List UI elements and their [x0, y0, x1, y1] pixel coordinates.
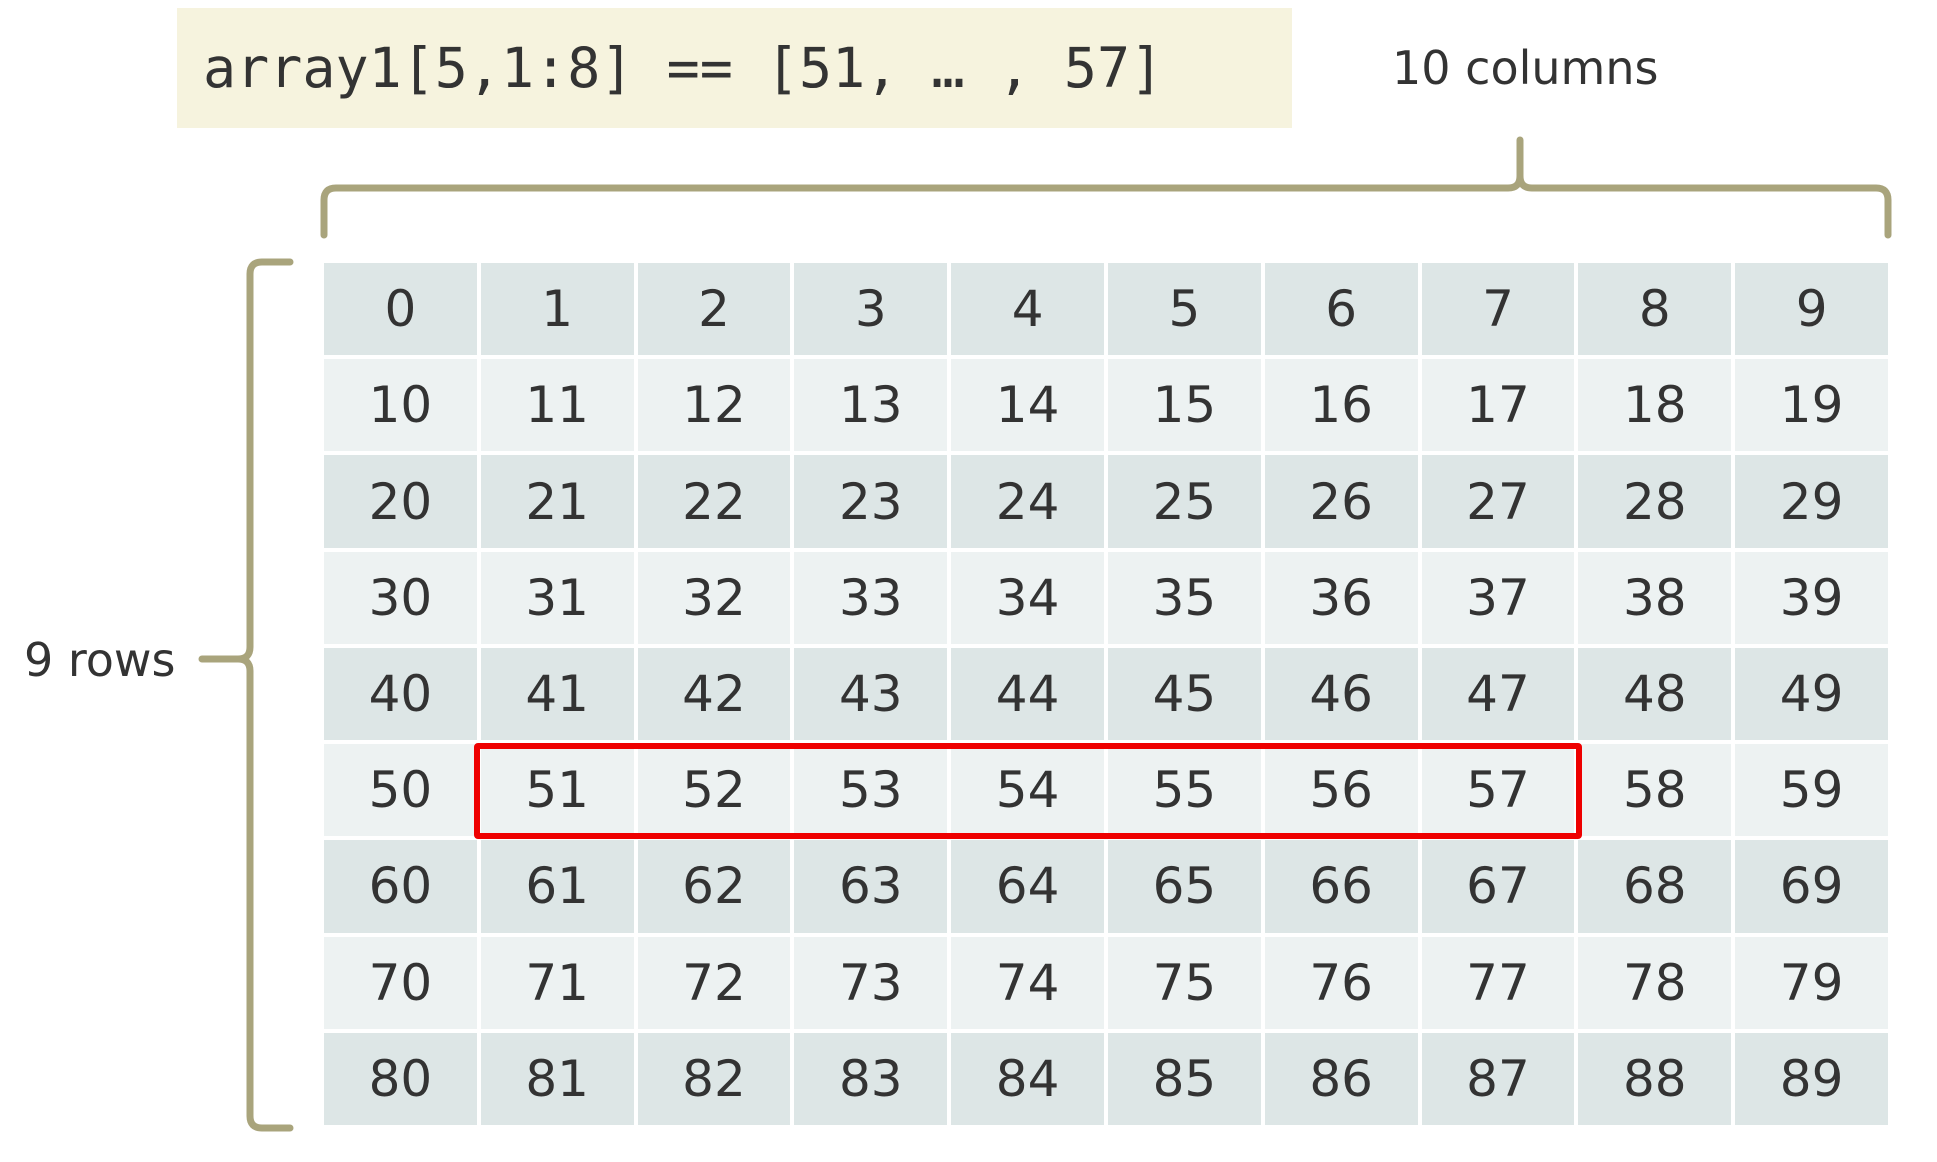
grid-cell: 31: [480, 551, 634, 644]
grid-cell: 8: [1578, 263, 1732, 356]
grid-cell: 81: [480, 1032, 634, 1125]
grid-cell: 9: [1735, 263, 1888, 356]
grid-cell: 57: [1421, 744, 1575, 837]
grid-cell: 74: [951, 936, 1104, 1029]
grid-cell: 66: [1264, 840, 1418, 933]
grid-cell: 47: [1421, 647, 1575, 741]
grid-cell: 11: [480, 359, 634, 452]
grid-cell: 18: [1578, 359, 1732, 452]
grid-cell: 84: [951, 1032, 1104, 1125]
grid-cell: 75: [1108, 936, 1261, 1029]
grid-cell: 14: [951, 359, 1104, 452]
grid-cell: 67: [1421, 840, 1575, 933]
grid-cell: 32: [637, 551, 791, 644]
grid-cell: 51: [480, 744, 634, 837]
grid-cell: 83: [794, 1032, 948, 1125]
grid-cell: 58: [1578, 744, 1732, 837]
grid-cell: 30: [324, 551, 477, 644]
grid-cell: 3: [794, 263, 948, 356]
grid-cell: 82: [637, 1032, 791, 1125]
grid-cell: 5: [1108, 263, 1261, 356]
grid-cell: 12: [637, 359, 791, 452]
grid-cell: 27: [1421, 455, 1575, 548]
grid-cell: 44: [951, 647, 1104, 741]
grid-cell: 86: [1264, 1032, 1418, 1125]
grid-cell: 78: [1578, 936, 1732, 1029]
grid-cell: 6: [1264, 263, 1418, 356]
grid-cell: 2: [637, 263, 791, 356]
grid-cell: 22: [637, 455, 791, 548]
grid-cell: 15: [1108, 359, 1261, 452]
grid-cell: 56: [1264, 744, 1418, 837]
grid-cell: 71: [480, 936, 634, 1029]
grid-cell: 72: [637, 936, 791, 1029]
grid-cell: 0: [324, 263, 477, 356]
grid-cell: 28: [1578, 455, 1732, 548]
grid-cell: 38: [1578, 551, 1732, 644]
array-grid: 0 1 2 3 4 5 6 7 8 9 10 11 12 13 14 15 16 17 18 19 20 21 22 23 24…: [324, 263, 1888, 1125]
grid-cell: 55: [1108, 744, 1261, 837]
grid-cell: 21: [480, 455, 634, 548]
grid-cell: 68: [1578, 840, 1732, 933]
grid-cell: 20: [324, 455, 477, 548]
grid-cell: 40: [324, 647, 477, 741]
grid-cell: 65: [1108, 840, 1261, 933]
grid-cell: 85: [1108, 1032, 1261, 1125]
grid-cell: 69: [1735, 840, 1888, 933]
grid-cell: 89: [1735, 1032, 1888, 1125]
grid-cell: 45: [1108, 647, 1261, 741]
grid-cell: 34: [951, 551, 1104, 644]
grid-cell: 62: [637, 840, 791, 933]
grid-cell: 7: [1421, 263, 1575, 356]
grid-cell: 25: [1108, 455, 1261, 548]
grid-cell: 48: [1578, 647, 1732, 741]
grid-cell: 24: [951, 455, 1104, 548]
grid-cell: 23: [794, 455, 948, 548]
rows-brace: [198, 258, 294, 1132]
grid-cell: 42: [637, 647, 791, 741]
grid-cell: 80: [324, 1032, 477, 1125]
grid-cell: 79: [1735, 936, 1888, 1029]
grid-cell: 35: [1108, 551, 1261, 644]
grid-cell: 64: [951, 840, 1104, 933]
grid-cell: 76: [1264, 936, 1418, 1029]
grid-cell: 52: [637, 744, 791, 837]
grid-cell: 13: [794, 359, 948, 452]
grid-cell: 49: [1735, 647, 1888, 741]
grid-cell: 77: [1421, 936, 1575, 1029]
grid-cell: 59: [1735, 744, 1888, 837]
grid-cell: 60: [324, 840, 477, 933]
grid-cell: 50: [324, 744, 477, 837]
grid-cell: 63: [794, 840, 948, 933]
grid-cell: 36: [1264, 551, 1418, 644]
columns-brace: [320, 136, 1892, 239]
grid-cell: 39: [1735, 551, 1888, 644]
grid-cell: 17: [1421, 359, 1575, 452]
grid-cell: 10: [324, 359, 477, 452]
grid-cell: 46: [1264, 647, 1418, 741]
grid-cell: 88: [1578, 1032, 1732, 1125]
grid-cell: 16: [1264, 359, 1418, 452]
grid-cell: 19: [1735, 359, 1888, 452]
grid-cell: 73: [794, 936, 948, 1029]
grid-cell: 70: [324, 936, 477, 1029]
grid-cell: 4: [951, 263, 1104, 356]
grid-cell: 1: [480, 263, 634, 356]
grid-cell: 53: [794, 744, 948, 837]
grid-cell: 37: [1421, 551, 1575, 644]
grid-cell: 61: [480, 840, 634, 933]
grid-cell: 43: [794, 647, 948, 741]
grid-cell: 29: [1735, 455, 1888, 548]
grid-cell: 87: [1421, 1032, 1575, 1125]
grid-cell: 41: [480, 647, 634, 741]
grid-cell: 54: [951, 744, 1104, 837]
grid-cell: 26: [1264, 455, 1418, 548]
grid-cell: 33: [794, 551, 948, 644]
